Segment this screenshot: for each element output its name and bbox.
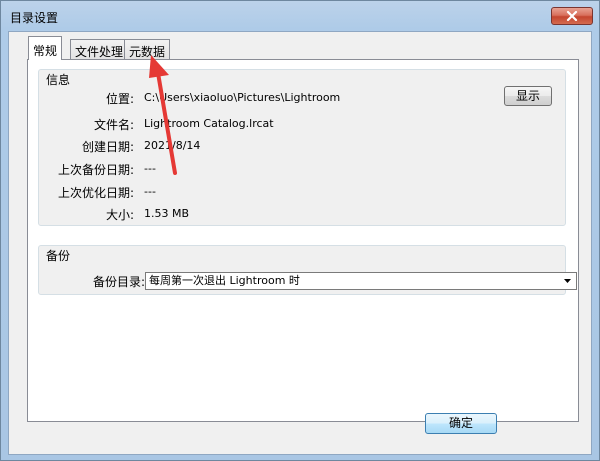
show-location-button[interactable]: 显示 <box>504 86 552 106</box>
window-title: 目录设置 <box>10 11 59 25</box>
dropdown-arrow-icon <box>564 279 571 283</box>
tab-file-handling-label: 文件处理 <box>75 45 124 59</box>
info-group-title: 信息 <box>46 73 71 87</box>
backup-frequency-select[interactable]: 每周第一次退出 Lightroom 时 <box>145 272 577 290</box>
size-label: 大小: <box>105 208 134 222</box>
close-icon <box>566 11 578 21</box>
annotation-arrow-icon <box>149 55 177 175</box>
catalog-settings-window: 目录设置 常规 文件处理 元数据 信息 位置: C:\Users\xiaoluo… <box>0 0 600 461</box>
close-button[interactable] <box>551 7 593 25</box>
backup-group: 备份 备份目录: 每周第一次退出 Lightroom 时 <box>38 245 577 295</box>
size-value: 1.53 MB <box>144 207 190 220</box>
ok-button[interactable]: 确定 <box>425 413 497 434</box>
backup-group-title: 备份 <box>46 249 71 263</box>
filename-label: 文件名: <box>93 118 134 132</box>
backup-dir-label: 备份目录: <box>92 275 145 289</box>
location-label: 位置: <box>105 92 134 106</box>
tab-general[interactable]: 常规 <box>28 36 63 60</box>
last-optimize-value: --- <box>144 185 156 198</box>
tab-file-handling[interactable]: 文件处理 <box>70 39 129 59</box>
backup-frequency-value: 每周第一次退出 Lightroom 时 <box>149 274 300 287</box>
title-bar[interactable]: 目录设置 <box>1 1 599 31</box>
info-group: 信息 位置: C:\Users\xiaoluo\Pictures\Lightro… <box>38 69 566 226</box>
tab-general-label: 常规 <box>33 44 58 58</box>
created-date-label: 创建日期: <box>81 140 134 154</box>
dialog-client-area: 常规 文件处理 元数据 信息 位置: C:\Users\xiaoluo\Pict… <box>8 31 592 455</box>
last-backup-label: 上次备份日期: <box>57 163 134 177</box>
last-optimize-label: 上次优化日期: <box>57 186 134 200</box>
